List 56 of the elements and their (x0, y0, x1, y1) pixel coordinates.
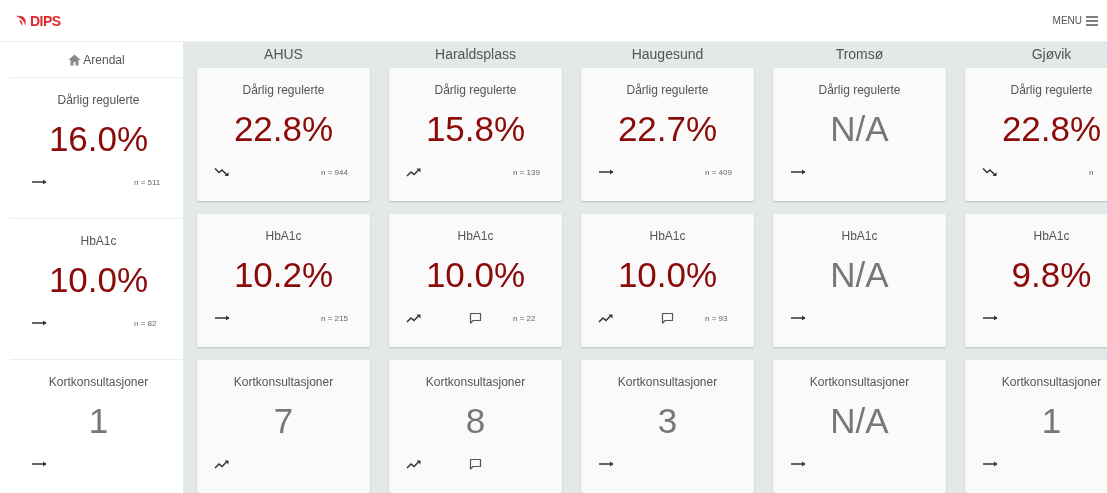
metric-title: Dårlig regulerte (433, 83, 518, 97)
logo-text: DIPS (30, 12, 61, 29)
metric-value: 10.0% (47, 260, 150, 300)
metric-title: Kortkonsultasjoner (424, 375, 527, 389)
sample-count: n = 511 (134, 177, 162, 187)
menu-button[interactable]: MENU (1050, 13, 1100, 28)
sample-count: n = 215 (321, 313, 349, 323)
metric-title: Dårlig regulerte (625, 83, 710, 97)
metric-value: 9.8% (1010, 255, 1093, 295)
metric-value: 3 (656, 401, 679, 441)
metric-title: Kortkonsultasjoner (1000, 375, 1103, 389)
metric-value: 15.8% (424, 109, 527, 149)
metric-title: Kortkonsultasjoner (47, 375, 150, 389)
metric-value: N/A (829, 255, 890, 295)
logo-icon (15, 14, 29, 27)
metric-title: HbA1c (648, 229, 687, 243)
metric-title: Dårlig regulerte (1009, 83, 1094, 97)
home-icon (68, 53, 82, 66)
sample-count: n = 93 (705, 313, 729, 323)
metric-value: 10.2% (232, 255, 335, 295)
metric-title: HbA1c (79, 234, 118, 248)
metric-value: 1 (87, 401, 110, 441)
metric-title: Kortkonsultasjoner (808, 375, 911, 389)
metric-value: 1 (1040, 401, 1063, 441)
location-name: Arendal (83, 52, 125, 67)
metric-title: HbA1c (456, 229, 495, 243)
metric-value: 22.8% (232, 109, 335, 149)
metric-title: HbA1c (840, 229, 879, 243)
metric-value: N/A (829, 401, 890, 441)
column-header: Haraldsplass (434, 45, 517, 64)
column-header: Gjøvik (1030, 45, 1073, 64)
metric-value: 8 (464, 401, 487, 441)
sample-count: n = 139 (513, 167, 541, 177)
metric-value: 7 (272, 401, 295, 441)
metric-value: 10.0% (616, 255, 719, 295)
metric-title: Dårlig regulerte (241, 83, 326, 97)
metric-value: N/A (829, 109, 890, 149)
sample-count: n = 944 (321, 167, 349, 177)
sample-count: n = 82 (134, 318, 158, 328)
column-header: AHUS (263, 45, 304, 64)
menu-icon (1086, 15, 1098, 26)
metric-title: Kortkonsultasjoner (232, 375, 335, 389)
sample-count: n (1089, 167, 1095, 177)
metric-value: 16.0% (47, 119, 150, 159)
metric-title: Dårlig regulerte (56, 93, 141, 107)
metric-title: Kortkonsultasjoner (616, 375, 719, 389)
metric-title: Dårlig regulerte (817, 83, 902, 97)
column-header: Tromsø (834, 45, 885, 64)
column-header: Haugesund (630, 45, 705, 64)
metric-value: 10.0% (424, 255, 527, 295)
sample-count: n = 22 (513, 313, 537, 323)
sample-count: n = 409 (705, 167, 733, 177)
metric-value: 22.8% (1000, 109, 1103, 149)
metric-title: HbA1c (264, 229, 303, 243)
metric-value: 22.7% (616, 109, 719, 149)
metric-title: HbA1c (1032, 229, 1071, 243)
